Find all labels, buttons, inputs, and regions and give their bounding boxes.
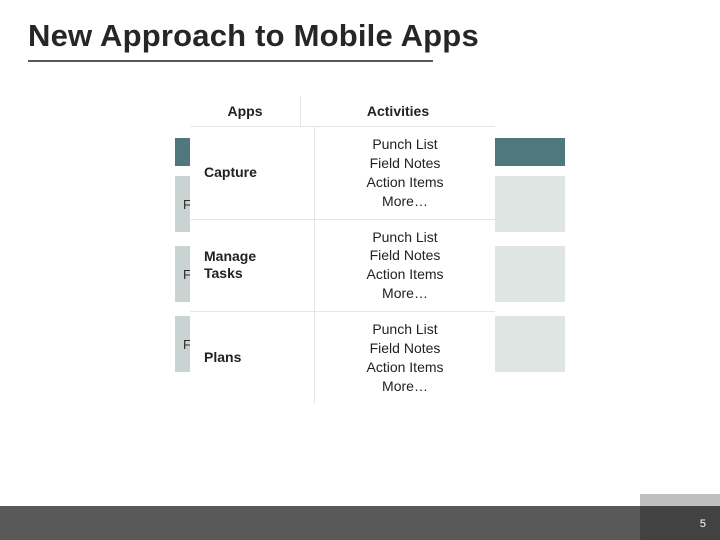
activity-item: Punch List	[372, 320, 437, 339]
footer-bar	[0, 506, 720, 540]
activity-item: Field Notes	[370, 339, 441, 358]
table-row: Capture Punch List Field Notes Action It…	[190, 127, 495, 220]
activity-item: Punch List	[372, 228, 437, 247]
activity-item: More…	[382, 192, 428, 211]
page-number: 5	[700, 518, 706, 530]
page-title: New Approach to Mobile Apps	[28, 18, 479, 54]
activities-cell: Punch List Field Notes Action Items More…	[315, 127, 495, 219]
activity-item: Action Items	[366, 358, 443, 377]
table-row: Plans Punch List Field Notes Action Item…	[190, 312, 495, 404]
slide: New Approach to Mobile Apps F F F Apps A…	[0, 0, 720, 540]
activity-item: More…	[382, 377, 428, 396]
activity-item: Action Items	[366, 173, 443, 192]
title-underline	[28, 60, 433, 62]
app-name-text: Plans	[204, 349, 241, 367]
app-name-text: Capture	[204, 164, 257, 182]
apps-activities-table: Apps Activities Capture Punch List Field…	[190, 96, 495, 404]
table-header-row: Apps Activities	[190, 96, 495, 127]
header-activities: Activities	[301, 96, 495, 126]
activity-item: Field Notes	[370, 246, 441, 265]
activity-item: Punch List	[372, 135, 437, 154]
table-row: Manage Tasks Punch List Field Notes Acti…	[190, 220, 495, 313]
activity-item: Field Notes	[370, 154, 441, 173]
app-name: Manage Tasks	[190, 220, 315, 312]
footer-accent	[0, 494, 720, 506]
header-apps: Apps	[190, 96, 301, 126]
activities-cell: Punch List Field Notes Action Items More…	[315, 312, 495, 404]
app-name: Plans	[190, 312, 315, 404]
activity-item: Action Items	[366, 265, 443, 284]
app-name-text: Manage Tasks	[204, 248, 256, 283]
app-name: Capture	[190, 127, 315, 219]
activities-cell: Punch List Field Notes Action Items More…	[315, 220, 495, 312]
activity-item: More…	[382, 284, 428, 303]
